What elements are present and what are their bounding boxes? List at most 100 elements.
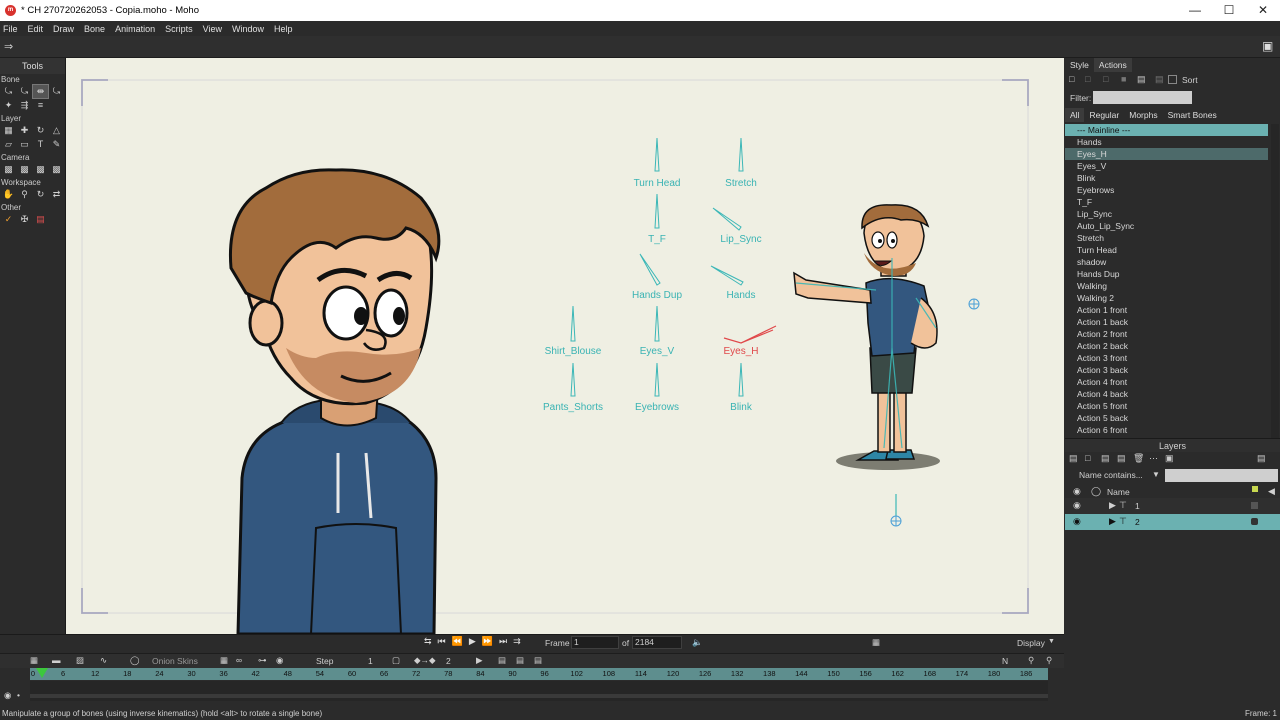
action-item[interactable]: Action 3 front bbox=[1065, 352, 1268, 364]
select-bone-icon[interactable]: ⤿ bbox=[1, 85, 16, 98]
tool-d-icon[interactable]: ▤ bbox=[534, 655, 542, 666]
onion-skins-dropdown[interactable]: Onion Skins bbox=[152, 656, 198, 666]
action-item[interactable]: Hands bbox=[1065, 136, 1268, 148]
menu-animation[interactable]: Animation bbox=[115, 24, 155, 34]
menu-edit[interactable]: Edit bbox=[28, 24, 44, 34]
action-item[interactable]: Stretch bbox=[1065, 232, 1268, 244]
text-tool-icon[interactable]: T bbox=[33, 138, 48, 151]
bone-strength-icon[interactable]: ⇶ bbox=[17, 99, 32, 112]
shear-layer-icon[interactable]: △ bbox=[49, 124, 64, 137]
action-item[interactable]: Turn Head bbox=[1065, 244, 1268, 256]
record-icon[interactable]: ◉ bbox=[276, 655, 283, 666]
layer-color-swatch[interactable] bbox=[1251, 518, 1258, 525]
bone-label-eyebrows[interactable]: Eyebrows bbox=[635, 402, 679, 413]
action-item[interactable]: Action 1 front bbox=[1065, 304, 1268, 316]
hand-tool-icon[interactable]: ✋ bbox=[1, 188, 16, 201]
tab-actions[interactable]: Actions bbox=[1093, 58, 1132, 72]
subtab-all[interactable]: All bbox=[1065, 108, 1085, 122]
frame-box-icon[interactable]: ▢ bbox=[392, 655, 400, 666]
insert-text-icon[interactable]: ✓ bbox=[1, 213, 16, 226]
select-rect-icon[interactable]: ▤ bbox=[33, 213, 48, 226]
channels-icon[interactable]: ▦ bbox=[30, 655, 38, 666]
step-forward-icon[interactable]: ⏩ bbox=[482, 636, 493, 647]
reparent-bone-icon[interactable]: ✦ bbox=[1, 99, 16, 112]
action-item[interactable]: Blink bbox=[1065, 172, 1268, 184]
onion-toggle-icon[interactable]: ◯ bbox=[130, 655, 140, 666]
duplicate-action-icon[interactable]: □ bbox=[1103, 74, 1108, 84]
action-item[interactable]: Hands Dup bbox=[1065, 268, 1268, 280]
menu-view[interactable]: View bbox=[203, 24, 222, 34]
action-item[interactable]: Eyes_H bbox=[1065, 148, 1268, 160]
total-frames-field[interactable]: 2184 bbox=[632, 636, 682, 649]
subtab-smart-bones[interactable]: Smart Bones bbox=[1163, 108, 1222, 122]
curves-icon[interactable]: ∿ bbox=[100, 655, 107, 666]
transform-layer-icon[interactable]: ▦ bbox=[1, 124, 16, 137]
layer-name[interactable]: 2 bbox=[1135, 517, 1140, 527]
bone-options-icon[interactable]: ⇒ bbox=[4, 40, 13, 53]
scale-layer-icon[interactable]: ▱ bbox=[1, 138, 16, 151]
actions-scrollbar[interactable] bbox=[1271, 124, 1279, 438]
library-icon[interactable]: ▣ bbox=[1262, 39, 1273, 53]
layer-window-icon[interactable]: ▤ bbox=[1257, 453, 1266, 464]
action-item[interactable]: Auto_Lip_Sync bbox=[1065, 220, 1268, 232]
rewind-icon[interactable]: ⏮ bbox=[438, 636, 446, 647]
layer-filter-input[interactable] bbox=[1165, 469, 1278, 482]
display-dropdown[interactable]: Display bbox=[1017, 638, 1045, 648]
tool-b-icon[interactable]: ▤ bbox=[498, 655, 506, 666]
action-item[interactable]: Action 4 back bbox=[1065, 388, 1268, 400]
layer-row[interactable]: ◉ ▶ ⊤ 2 bbox=[1065, 514, 1280, 530]
action-item[interactable]: Walking bbox=[1065, 280, 1268, 292]
timeline-dot-icon[interactable]: • bbox=[17, 690, 20, 700]
action-item[interactable]: Action 6 front bbox=[1065, 424, 1268, 436]
delete-layer-icon[interactable]: 🗑 bbox=[1133, 453, 1144, 464]
action-item[interactable]: Eyes_V bbox=[1065, 160, 1268, 172]
close-button[interactable]: ✕ bbox=[1246, 0, 1280, 21]
step-back-icon[interactable]: ⏪ bbox=[452, 636, 463, 647]
n-label[interactable]: N bbox=[1002, 656, 1008, 666]
sequencer-icon[interactable]: ▬ bbox=[52, 655, 61, 665]
name-column-header[interactable]: Name bbox=[1107, 487, 1130, 497]
audio-icon[interactable]: 🔈 bbox=[692, 637, 703, 648]
action-item[interactable]: Action 4 front bbox=[1065, 376, 1268, 388]
add-bone-icon[interactable]: ⤿ bbox=[49, 85, 64, 98]
zoom-tool-icon[interactable]: ⚲ bbox=[17, 188, 32, 201]
bone-label-eyes-v[interactable]: Eyes_V bbox=[640, 346, 674, 357]
play-icon[interactable]: ▶ bbox=[469, 636, 476, 647]
frame-input[interactable]: 1 bbox=[571, 636, 619, 649]
copy-layer-icon[interactable]: ▤ bbox=[1101, 453, 1110, 464]
expand-triangle-icon[interactable]: ▶ bbox=[1109, 516, 1116, 527]
layer-filter-dropdown[interactable]: Name contains... bbox=[1079, 470, 1143, 480]
rotate-workspace-icon[interactable]: ↻ bbox=[33, 188, 48, 201]
tool-a-icon[interactable]: ▶ bbox=[476, 655, 483, 666]
tab-style[interactable]: Style bbox=[1065, 58, 1094, 72]
timeline-scrollbar[interactable] bbox=[30, 694, 1048, 698]
filter-input[interactable] bbox=[1093, 91, 1192, 104]
bone-label-hands[interactable]: Hands bbox=[727, 290, 756, 301]
chevron-down-icon[interactable]: ▼ bbox=[1048, 638, 1055, 645]
new-layer-icon[interactable]: ▤ bbox=[1069, 453, 1078, 464]
link-icon[interactable]: ∞ bbox=[236, 655, 242, 665]
bone-label-eyes-h[interactable]: Eyes_H bbox=[723, 346, 758, 357]
sort-checkbox[interactable] bbox=[1168, 75, 1177, 84]
layer-row[interactable]: ◉ ▶ ⊤ 1 bbox=[1065, 498, 1280, 514]
fast-forward-icon[interactable]: ⏭ bbox=[499, 636, 507, 647]
bone-label-stretch[interactable]: Stretch bbox=[725, 178, 757, 189]
new-morph-icon[interactable]: □ bbox=[1085, 74, 1090, 84]
interpolation-count[interactable]: 1 bbox=[368, 656, 373, 666]
action-item[interactable]: --- Mainline --- bbox=[1065, 124, 1268, 136]
zoom-out-icon[interactable]: ⚲ bbox=[1028, 655, 1034, 666]
playhead[interactable] bbox=[36, 668, 48, 678]
loop-icon[interactable]: ⇆ bbox=[424, 636, 432, 647]
keys-grid-icon[interactable]: ▦ bbox=[220, 655, 228, 666]
zoom-in-icon[interactable]: ⚲ bbox=[1046, 655, 1052, 666]
menu-help[interactable]: Help bbox=[274, 24, 293, 34]
action-item[interactable]: Lip_Sync bbox=[1065, 208, 1268, 220]
menu-scripts[interactable]: Scripts bbox=[165, 24, 193, 34]
new-action-icon[interactable]: □ bbox=[1069, 74, 1074, 84]
action-item[interactable]: Action 5 back bbox=[1065, 412, 1268, 424]
pan-tilt-camera-icon[interactable]: ▩ bbox=[49, 163, 64, 176]
timeline-settings-icon[interactable]: ◉ bbox=[4, 690, 11, 701]
bone-label-t-f[interactable]: T_F bbox=[648, 234, 666, 245]
roll-camera-icon[interactable]: ▩ bbox=[33, 163, 48, 176]
insert-reference-icon[interactable]: ▤ bbox=[1155, 74, 1164, 85]
